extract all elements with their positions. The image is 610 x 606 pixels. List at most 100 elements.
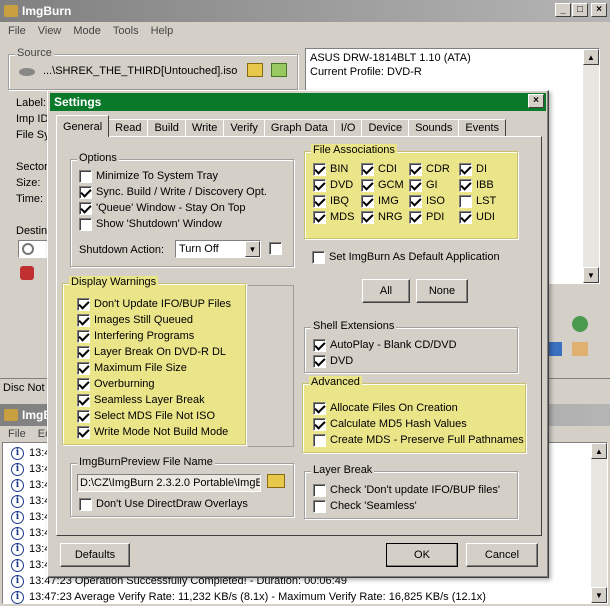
checkbox[interactable]	[313, 162, 326, 176]
checkbox[interactable]	[409, 162, 422, 176]
open-file-icon[interactable]	[271, 63, 287, 77]
browse-folder-icon[interactable]	[267, 474, 285, 488]
warning-row[interactable]: Seamless Layer Break	[77, 392, 205, 408]
checkbox[interactable]	[77, 425, 90, 439]
file-assoc-lst[interactable]: LST	[459, 193, 496, 209]
tab-events[interactable]: Events	[458, 119, 507, 137]
checkbox[interactable]	[459, 210, 472, 224]
erase-icon[interactable]	[20, 266, 34, 280]
checkbox[interactable]	[77, 329, 90, 343]
file-assoc-gcm[interactable]: GCM	[361, 177, 404, 193]
minimize-button[interactable]: _	[555, 3, 571, 17]
log-menu-file[interactable]: File	[2, 428, 32, 440]
checkbox[interactable]	[459, 194, 472, 208]
checkbox[interactable]	[361, 178, 374, 192]
option-row[interactable]: Sync. Build / Write / Discovery Opt.	[79, 184, 267, 200]
checkbox[interactable]	[313, 354, 326, 368]
option-row[interactable]: Show 'Shutdown' Window	[79, 216, 222, 232]
menu-mode[interactable]: Mode	[67, 25, 107, 37]
file-assoc-dvd[interactable]: DVD	[313, 177, 353, 193]
checkbox[interactable]	[79, 201, 92, 215]
checkbox[interactable]	[313, 499, 326, 513]
file-assoc-gi[interactable]: GI	[409, 177, 438, 193]
layer-break-row[interactable]: Check 'Don't update IFO/BUP files'	[313, 482, 500, 498]
file-assoc-pdi[interactable]: PDI	[409, 209, 444, 225]
checkbox[interactable]	[313, 401, 326, 415]
tab-graph-data[interactable]: Graph Data	[263, 119, 335, 137]
tab-sounds[interactable]: Sounds	[408, 119, 460, 137]
layer-break-row[interactable]: Check 'Seamless'	[313, 498, 417, 514]
tab-io[interactable]: I/O	[333, 119, 363, 137]
checkbox[interactable]	[361, 162, 374, 176]
scroll-down-arrow[interactable]: ▼	[583, 267, 599, 283]
checkbox[interactable]	[77, 393, 90, 407]
shutdown-checkbox[interactable]	[269, 242, 282, 255]
menu-tools[interactable]: Tools	[107, 25, 145, 37]
tab-build[interactable]: Build	[147, 119, 186, 137]
log-scrollbar[interactable]: ▲ ▼	[591, 443, 607, 603]
warning-row[interactable]: Write Mode Not Build Mode	[77, 424, 228, 440]
file-assoc-cdi[interactable]: CDI	[361, 161, 397, 177]
chevron-down-icon[interactable]: ▼	[245, 241, 260, 257]
tab-general[interactable]: General	[56, 115, 110, 137]
warning-row[interactable]: Maximum File Size	[77, 360, 187, 376]
menu-view[interactable]: View	[32, 25, 68, 37]
option-row[interactable]: Minimize To System Tray	[79, 168, 218, 184]
file-assoc-nrg[interactable]: NRG	[361, 209, 402, 225]
tab-write[interactable]: Write	[184, 119, 225, 137]
preview-path-field[interactable]: D:\CZ\ImgBurn 2.3.2.0 Portable\ImgE	[77, 474, 261, 492]
maximize-button[interactable]: □	[572, 3, 588, 17]
checkbox[interactable]	[312, 250, 325, 264]
tab-read[interactable]: Read	[108, 119, 149, 137]
tab-device[interactable]: Device	[361, 119, 410, 137]
checkbox[interactable]	[409, 210, 422, 224]
checkbox[interactable]	[77, 409, 90, 423]
shell-ext-row[interactable]: AutoPlay - Blank CD/DVD	[313, 337, 457, 353]
log-scroll-down-arrow[interactable]: ▼	[591, 587, 607, 603]
checkbox[interactable]	[313, 210, 326, 224]
checkbox[interactable]	[313, 194, 326, 208]
right-toolbar-icon-2[interactable]	[548, 342, 562, 356]
file-assoc-udi[interactable]: UDI	[459, 209, 495, 225]
menu-file[interactable]: File	[2, 25, 32, 37]
file-assoc-di[interactable]: DI	[459, 161, 487, 177]
menu-help[interactable]: Help	[145, 25, 180, 37]
checkbox[interactable]	[313, 178, 326, 192]
file-assoc-img[interactable]: IMG	[361, 193, 399, 209]
checkbox[interactable]	[77, 345, 90, 359]
none-button[interactable]: None	[416, 279, 468, 303]
file-assoc-ibq[interactable]: IBQ	[313, 193, 349, 209]
checkbox[interactable]	[77, 297, 90, 311]
checkbox[interactable]	[313, 483, 326, 497]
checkbox[interactable]	[313, 417, 326, 431]
cancel-button[interactable]: Cancel	[466, 543, 538, 567]
checkbox[interactable]	[361, 210, 374, 224]
warning-row[interactable]: Layer Break On DVD-R DL	[77, 344, 226, 360]
right-toolbar-icon-1[interactable]	[572, 316, 588, 332]
advanced-row[interactable]: Allocate Files On Creation	[313, 400, 458, 416]
checkbox[interactable]	[459, 162, 472, 176]
shell-ext-row[interactable]: DVD	[313, 353, 353, 369]
checkbox[interactable]	[313, 433, 326, 447]
warning-row[interactable]: Interfering Programs	[77, 328, 194, 344]
tab-verify[interactable]: Verify	[223, 119, 265, 137]
settings-close-button[interactable]: ×	[528, 94, 544, 108]
right-toolbar-icon-3[interactable]	[572, 342, 588, 356]
checkbox[interactable]	[79, 169, 92, 183]
warning-row[interactable]: Don't Update IFO/BUP Files	[77, 296, 231, 312]
ok-button[interactable]: OK	[386, 543, 458, 567]
checkbox[interactable]	[77, 361, 90, 375]
checkbox[interactable]	[361, 194, 374, 208]
shutdown-action-select[interactable]: Turn Off ▼	[175, 240, 261, 258]
defaults-button[interactable]: Defaults	[60, 543, 130, 567]
directdraw-row[interactable]: Don't Use DirectDraw Overlays	[79, 496, 248, 512]
checkbox[interactable]	[459, 178, 472, 192]
warning-row[interactable]: Overburning	[77, 376, 155, 392]
checkbox[interactable]	[313, 338, 326, 352]
file-assoc-ibb[interactable]: IBB	[459, 177, 494, 193]
checkbox[interactable]	[409, 194, 422, 208]
warning-row[interactable]: Images Still Queued	[77, 312, 193, 328]
set-default-app-row[interactable]: Set ImgBurn As Default Application	[312, 249, 500, 265]
drive-info-scrollbar[interactable]: ▲ ▼	[583, 49, 599, 283]
advanced-row[interactable]: Create MDS - Preserve Full Pathnames	[313, 432, 524, 448]
